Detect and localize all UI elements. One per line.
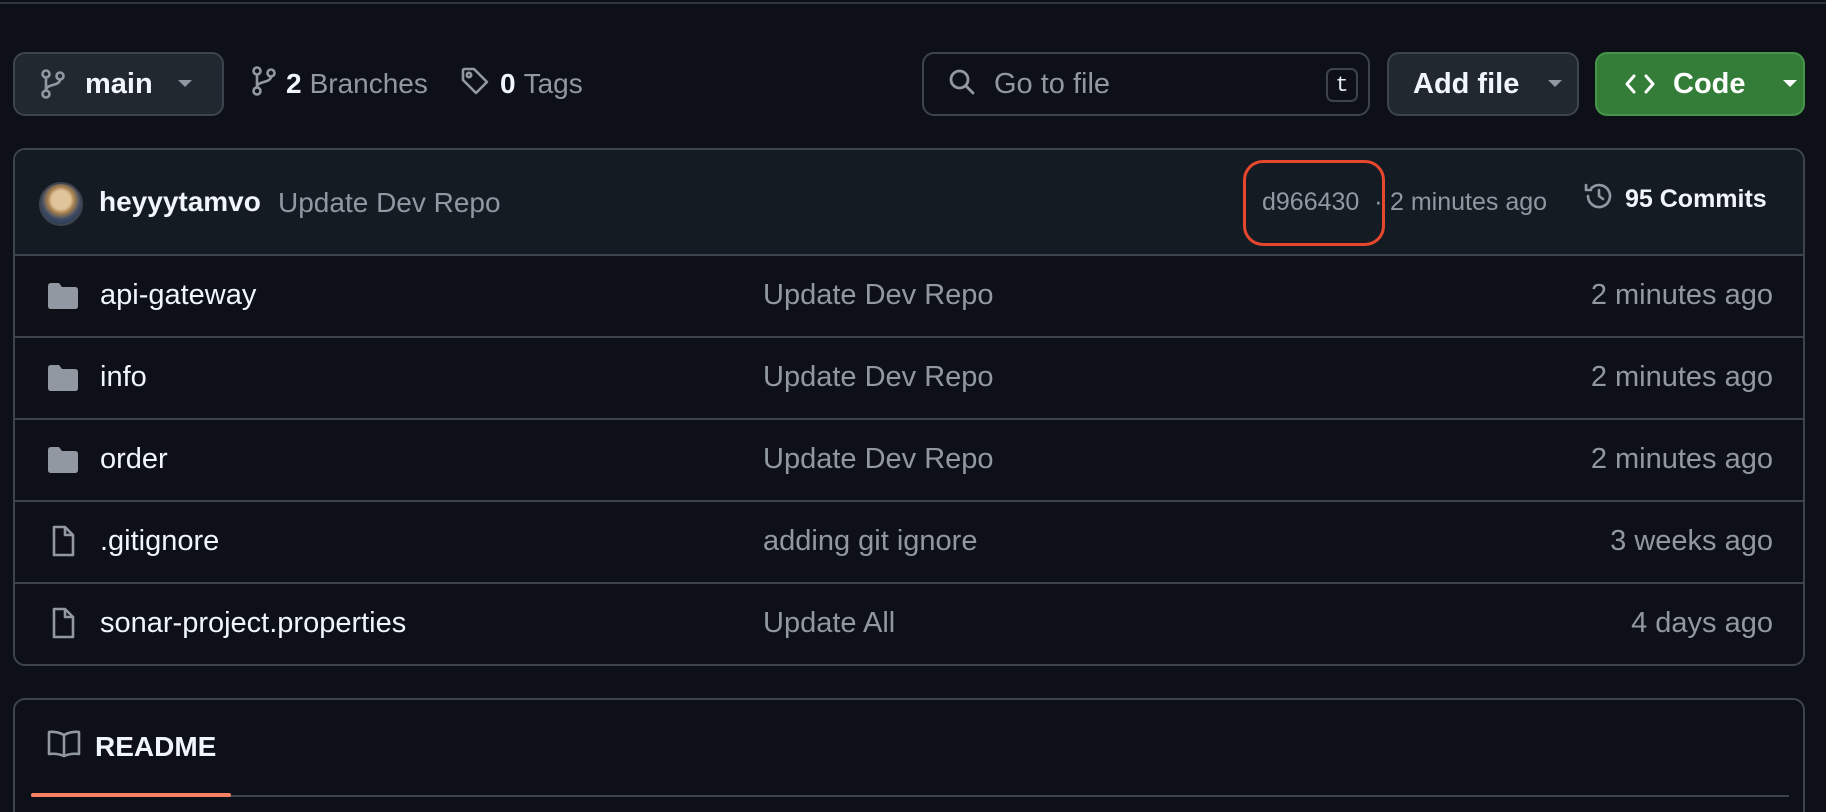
book-icon: [47, 730, 81, 763]
branches-link[interactable]: 2 Branches: [252, 60, 428, 108]
file-name[interactable]: api-gateway: [100, 279, 256, 312]
file-row[interactable]: order Update Dev Repo 2 minutes ago: [15, 420, 1803, 502]
chevron-down-icon: [1547, 79, 1563, 89]
file-commit-message[interactable]: Update Dev Repo: [763, 361, 994, 394]
file-icon: [47, 525, 79, 562]
commits-count-label: 95 Commits: [1625, 185, 1767, 213]
code-icon: [1625, 72, 1655, 96]
folder-icon: [47, 364, 79, 397]
active-tab-underline: [31, 793, 231, 797]
search-icon: [948, 68, 976, 101]
commits-history-link[interactable]: 95 Commits: [1583, 180, 1767, 219]
tab-readme[interactable]: README: [47, 730, 216, 763]
git-branch-icon: [41, 69, 65, 99]
code-label: Code: [1673, 67, 1746, 100]
folder-icon: [47, 282, 79, 315]
tag-icon: [460, 66, 490, 103]
separator-dot: ·: [1374, 186, 1383, 216]
folder-icon: [47, 446, 79, 479]
file-row[interactable]: sonar-project.properties Update All 4 da…: [15, 584, 1803, 664]
code-button[interactable]: Code: [1595, 52, 1805, 116]
commit-sha[interactable]: d966430: [1262, 188, 1359, 217]
file-commit-time: 3 weeks ago: [1610, 525, 1773, 557]
file-name[interactable]: .gitignore: [100, 525, 219, 558]
file-commit-time: 2 minutes ago: [1590, 279, 1773, 311]
keyboard-shortcut-hint: t: [1326, 68, 1358, 102]
readme-divider: [31, 795, 1789, 797]
branch-selector-button[interactable]: main: [13, 52, 224, 116]
readme-panel: README: [13, 698, 1805, 812]
go-to-file-input[interactable]: [994, 67, 1314, 101]
branches-count: 2: [286, 68, 302, 99]
file-commit-message[interactable]: Update Dev Repo: [763, 443, 994, 476]
chevron-down-icon: [1782, 79, 1798, 89]
file-commit-message[interactable]: adding git ignore: [763, 525, 977, 558]
branches-label: Branches: [309, 68, 428, 99]
commit-time: 2 minutes ago: [1390, 188, 1548, 216]
file-name[interactable]: order: [100, 443, 168, 476]
file-name[interactable]: sonar-project.properties: [100, 607, 406, 640]
add-file-label: Add file: [1413, 67, 1520, 100]
file-row[interactable]: .gitignore adding git ignore 3 weeks ago: [15, 502, 1803, 584]
branch-name: main: [85, 67, 153, 100]
file-commit-message[interactable]: Update All: [763, 607, 895, 640]
commit-message[interactable]: Update Dev Repo: [278, 187, 501, 219]
git-branch-icon: [252, 65, 276, 103]
tags-count: 0: [500, 68, 516, 99]
file-row[interactable]: api-gateway Update Dev Repo 2 minutes ag…: [15, 256, 1803, 338]
chevron-down-icon: [177, 79, 193, 89]
latest-commit-bar: heyyytamvo Update Dev Repo d966430 · 2 m…: [15, 150, 1803, 256]
file-table: heyyytamvo Update Dev Repo d966430 · 2 m…: [13, 148, 1805, 666]
file-commit-time: 2 minutes ago: [1590, 443, 1773, 475]
add-file-button[interactable]: Add file: [1387, 52, 1579, 116]
file-commit-time: 2 minutes ago: [1590, 361, 1773, 393]
file-name[interactable]: info: [100, 361, 147, 394]
history-icon: [1583, 180, 1615, 219]
file-commit-time: 4 days ago: [1631, 607, 1773, 639]
tags-label: Tags: [523, 68, 583, 99]
top-divider: [0, 0, 1826, 4]
avatar[interactable]: [39, 182, 83, 226]
commit-author[interactable]: heyyytamvo: [99, 186, 261, 218]
tags-link[interactable]: 0 Tags: [460, 60, 583, 108]
file-icon: [47, 607, 79, 644]
go-to-file-search[interactable]: t: [922, 52, 1370, 116]
file-commit-message[interactable]: Update Dev Repo: [763, 279, 994, 312]
file-row[interactable]: info Update Dev Repo 2 minutes ago: [15, 338, 1803, 420]
readme-tab-label: README: [95, 730, 217, 762]
